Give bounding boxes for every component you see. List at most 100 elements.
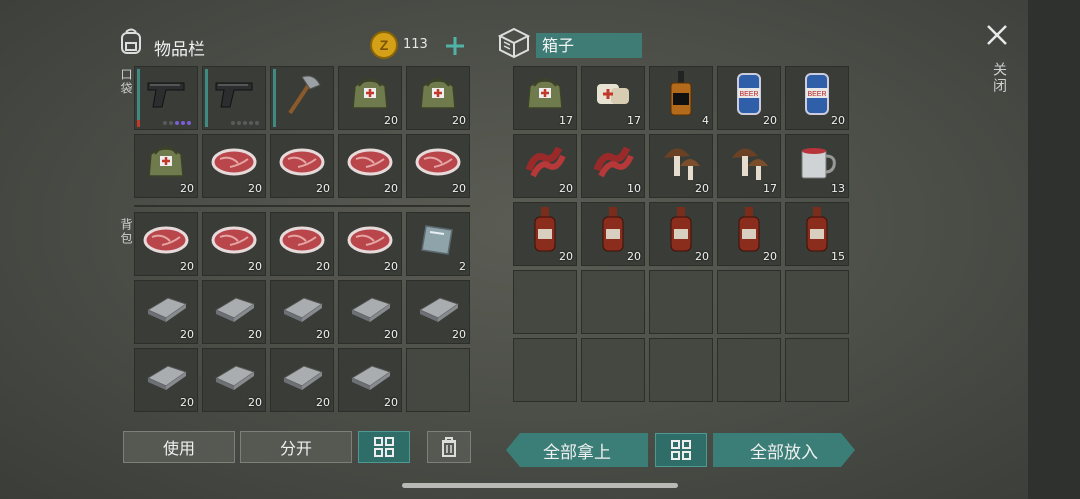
- item-count: 20: [248, 260, 262, 273]
- backpack-label: 背包: [119, 218, 133, 246]
- box-slot[interactable]: [649, 338, 713, 402]
- box-slot[interactable]: [513, 338, 577, 402]
- close-button[interactable]: 关闭: [984, 22, 1014, 102]
- home-indicator: [402, 483, 678, 488]
- pocket-slot[interactable]: [134, 66, 198, 130]
- pocket-slot[interactable]: 20: [270, 134, 334, 198]
- box-slot[interactable]: 10: [581, 134, 645, 198]
- raw-meat-icon: [414, 145, 462, 183]
- backpack-slot[interactable]: 20: [338, 348, 402, 412]
- pocket-slot[interactable]: 20: [134, 134, 198, 198]
- coin-count: 113: [403, 37, 428, 52]
- mushroom-icon: [726, 140, 772, 188]
- raw-meat-icon: [278, 145, 326, 183]
- medicine-bottle-icon: [802, 205, 832, 259]
- use-button[interactable]: 使用: [123, 431, 235, 463]
- box-slot[interactable]: 17: [581, 66, 645, 130]
- item-count: 20: [316, 260, 330, 273]
- item-count: 20: [695, 250, 709, 263]
- pocket-slot[interactable]: 20: [338, 134, 402, 198]
- box-slot[interactable]: BEER 20: [785, 66, 849, 130]
- item-count: 20: [316, 396, 330, 409]
- iron-bar-icon: [278, 358, 326, 398]
- backpack-slot[interactable]: 20: [270, 280, 334, 344]
- box-slot[interactable]: 20: [649, 134, 713, 198]
- durability-bar: [273, 69, 276, 127]
- durability-bar: [137, 69, 140, 127]
- pocket-slot[interactable]: 20: [406, 134, 470, 198]
- box-slot[interactable]: [785, 338, 849, 402]
- box-slot[interactable]: [717, 338, 781, 402]
- axe-icon: [280, 71, 324, 121]
- sort-inventory-button[interactable]: [358, 431, 410, 463]
- pocket-slot[interactable]: 20: [406, 66, 470, 130]
- backpack-slot[interactable]: 20: [202, 348, 266, 412]
- whiskey-bottle-icon: [666, 69, 696, 123]
- raw-meat-icon: [346, 145, 394, 183]
- backpack-slot[interactable]: 20: [134, 280, 198, 344]
- grid-divider: [134, 205, 470, 207]
- raw-meat-icon: [278, 223, 326, 261]
- item-count: 20: [384, 260, 398, 273]
- box-slot[interactable]: 20: [649, 202, 713, 266]
- split-button[interactable]: 分开: [240, 431, 352, 463]
- box-slot[interactable]: [581, 338, 645, 402]
- item-count: 20: [695, 182, 709, 195]
- pistol-icon: [144, 77, 188, 115]
- backpack-slot[interactable]: [406, 348, 470, 412]
- medicine-bottle-icon: [530, 205, 560, 259]
- bacon-icon: [591, 142, 635, 186]
- pocket-slot[interactable]: 20: [338, 66, 402, 130]
- box-slot[interactable]: 20: [513, 202, 577, 266]
- put-all-button[interactable]: 全部放入: [713, 433, 855, 467]
- take-all-button[interactable]: 全部拿上: [506, 433, 648, 467]
- discard-button[interactable]: [427, 431, 471, 463]
- box-slot[interactable]: 20: [513, 134, 577, 198]
- sort-box-button[interactable]: [655, 433, 707, 467]
- coin-icon: Z: [369, 30, 399, 64]
- medicine-bottle-icon: [734, 205, 764, 259]
- box-slot[interactable]: [513, 270, 577, 334]
- backpack-slot[interactable]: 2: [406, 212, 470, 276]
- box-slot[interactable]: [785, 270, 849, 334]
- backpack-slot[interactable]: 20: [270, 348, 334, 412]
- pocket-slot[interactable]: [202, 66, 266, 130]
- pocket-slot[interactable]: 20: [202, 134, 266, 198]
- pocket-label: 口袋: [119, 68, 133, 96]
- item-count: 20: [831, 114, 845, 127]
- box-slot[interactable]: 13: [785, 134, 849, 198]
- box-slot[interactable]: 4: [649, 66, 713, 130]
- backpack-slot[interactable]: 20: [202, 280, 266, 344]
- box-slot[interactable]: BEER 20: [717, 66, 781, 130]
- backpack-slot[interactable]: 20: [202, 212, 266, 276]
- backpack-slot[interactable]: 20: [406, 280, 470, 344]
- pocket-slot[interactable]: [270, 66, 334, 130]
- box-slot[interactable]: 20: [717, 202, 781, 266]
- iron-bar-icon: [142, 358, 190, 398]
- svg-text:BEER: BEER: [807, 91, 826, 98]
- box-slot[interactable]: 20: [581, 202, 645, 266]
- item-count: 20: [452, 114, 466, 127]
- medkit-bag-icon: [347, 74, 393, 118]
- item-count: 20: [763, 114, 777, 127]
- box-slot[interactable]: [649, 270, 713, 334]
- box-slot[interactable]: 15: [785, 202, 849, 266]
- backpack-slot[interactable]: 20: [134, 348, 198, 412]
- backpack-slot[interactable]: 20: [338, 212, 402, 276]
- item-count: 20: [248, 182, 262, 195]
- item-count: 20: [384, 328, 398, 341]
- box-slot[interactable]: 17: [513, 66, 577, 130]
- backpack-slot[interactable]: 20: [134, 212, 198, 276]
- glass-sheet-icon: [418, 220, 458, 264]
- box-slot[interactable]: [581, 270, 645, 334]
- raw-meat-icon: [210, 145, 258, 183]
- raw-meat-icon: [142, 223, 190, 261]
- grid-sort-icon: [671, 440, 691, 460]
- backpack-slot[interactable]: 20: [338, 280, 402, 344]
- box-slot[interactable]: [717, 270, 781, 334]
- backpack-slot[interactable]: 20: [270, 212, 334, 276]
- medkit-bag-icon: [143, 142, 189, 186]
- raw-meat-icon: [210, 223, 258, 261]
- box-slot[interactable]: 17: [717, 134, 781, 198]
- add-coins-button[interactable]: [442, 33, 468, 59]
